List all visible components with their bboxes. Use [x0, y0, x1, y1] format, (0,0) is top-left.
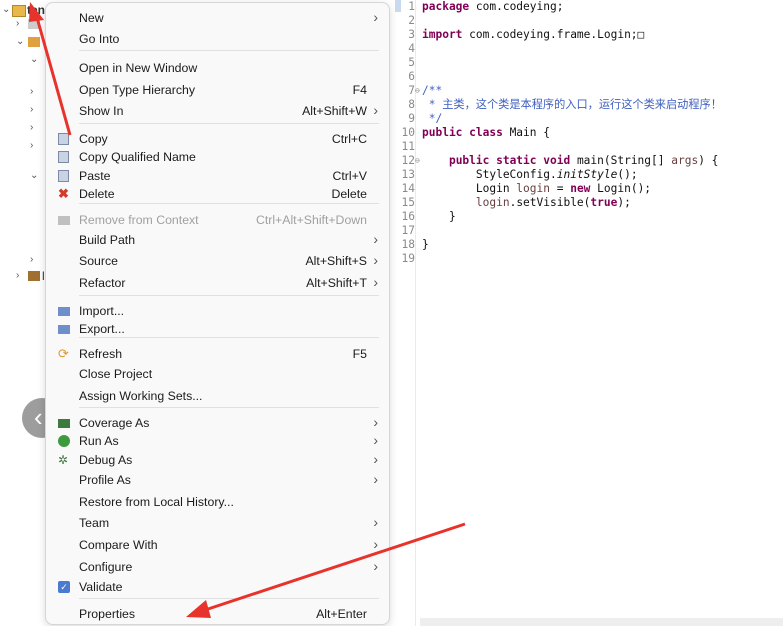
- annotation-arrows: [29, 2, 466, 618]
- arrow-to-project: [29, 2, 72, 136]
- arrow-to-properties: [186, 522, 466, 618]
